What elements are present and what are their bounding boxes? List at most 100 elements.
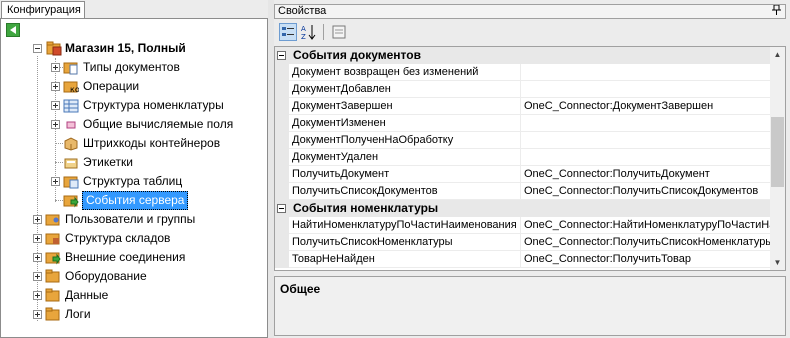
category-document-events[interactable]: События документов	[275, 47, 771, 64]
property-grid: События документов Документ возвращен бе…	[274, 46, 786, 271]
tree-item-label: Структура таблиц	[83, 174, 183, 188]
tree-item-label: Оборудование	[65, 269, 147, 283]
property-name: ТоварНеНайден	[292, 253, 375, 265]
property-row[interactable]: Документ возвращен без изменений	[275, 64, 771, 81]
configuration-panel: Конфигурация Магазин 15, Полный Типы док…	[0, 0, 268, 338]
property-value[interactable]: OneC_Connector:НайтиНоменклатуруПоЧастиН…	[524, 217, 771, 233]
categorized-icon[interactable]	[279, 23, 297, 41]
category-name: События документов	[293, 48, 421, 62]
tab-bar: Конфигурация	[0, 0, 268, 19]
property-name: ПолучитьСписокДокументов	[292, 185, 438, 197]
collapse-category-toggle[interactable]	[277, 51, 286, 60]
users-groups-icon	[45, 212, 61, 227]
tree-item-label: Структура складов	[65, 231, 171, 245]
property-row[interactable]: ДокументИзменен	[275, 115, 771, 132]
scroll-up-icon[interactable]: ▲	[770, 47, 785, 62]
pin-icon[interactable]	[772, 4, 781, 19]
tree-item-label: Пользователи и группы	[65, 212, 196, 226]
properties-title: Свойства	[278, 5, 327, 17]
store-folder-icon	[46, 41, 62, 56]
property-row[interactable]: ТоварНеНайден OneC_Connector:ПолучитьТов…	[275, 251, 771, 268]
tree-item-label: Этикетки	[83, 155, 133, 169]
property-name: ДокументИзменен	[292, 117, 386, 129]
property-name: ДокументПолученНаОбработку	[292, 134, 454, 146]
tree-item-label: Логи	[65, 307, 91, 321]
tree-item-label: Общие вычисляемые поля	[83, 117, 234, 131]
property-name: Документ возвращен без изменений	[292, 66, 479, 78]
property-row[interactable]: ПолучитьСписокНоменклатуры OneC_Connecto…	[275, 234, 771, 251]
expand-toggle[interactable]	[51, 177, 60, 186]
property-value[interactable]: OneC_Connector:ПолучитьСписокДокументов	[524, 183, 771, 199]
scroll-down-icon[interactable]: ▼	[770, 255, 785, 270]
property-name: ДокументУдален	[292, 151, 379, 163]
vertical-scrollbar[interactable]: ▲ ▼	[770, 47, 785, 270]
property-name: ПолучитьСписокНоменклатуры	[292, 236, 453, 248]
category-name: События номенклатуры	[293, 201, 439, 215]
property-row[interactable]: ДокументДобавлен	[275, 81, 771, 98]
collapse-root-toggle[interactable]	[33, 44, 42, 53]
property-name: ДокументЗавершен	[292, 100, 393, 112]
tree-item-label: Данные	[65, 288, 109, 302]
expand-toggle[interactable]	[33, 234, 42, 243]
property-pages-icon[interactable]	[330, 23, 348, 41]
properties-panel: Свойства AZ События документов Документ …	[274, 0, 790, 338]
svg-text:Z: Z	[301, 33, 306, 41]
equipment-icon	[45, 269, 61, 284]
property-value[interactable]: OneC_Connector:ПолучитьСписокНоменклатур…	[524, 234, 771, 250]
property-value[interactable]: OneC_Connector:ПолучитьТовар	[524, 251, 771, 267]
computed-fields-icon	[63, 117, 79, 132]
tree-item-label: Внешние соединения	[65, 250, 186, 264]
property-name: ДокументДобавлен	[292, 83, 391, 95]
property-value[interactable]: OneC_Connector:ПолучитьДокумент	[524, 166, 771, 182]
property-value[interactable]: OneC_Connector:ДокументЗавершен	[524, 98, 771, 114]
labels-icon	[63, 155, 79, 170]
scroll-thumb[interactable]	[771, 117, 784, 187]
expand-toggle[interactable]	[33, 253, 42, 262]
expand-toggle[interactable]	[51, 63, 60, 72]
property-row[interactable]: ПолучитьСписокДокументов OneC_Connector:…	[275, 183, 771, 200]
property-row[interactable]: ПолучитьДокумент OneC_Connector:Получить…	[275, 166, 771, 183]
expand-toggle[interactable]	[51, 82, 60, 91]
barcode-box-icon	[63, 136, 79, 151]
warehouses-icon	[45, 231, 61, 246]
tree-item-label: Штрихкоды контейнеров	[83, 136, 221, 150]
property-row[interactable]: ДокументУдален	[275, 149, 771, 166]
expand-toggle[interactable]	[33, 291, 42, 300]
tree-item-label-selected: События сервера	[82, 191, 189, 210]
collapse-category-toggle[interactable]	[277, 204, 286, 213]
property-row[interactable]: ДокументЗавершен OneC_Connector:Документ…	[275, 98, 771, 115]
category-nomenclature-events[interactable]: События номенклатуры	[275, 200, 771, 217]
sort-az-icon[interactable]: AZ	[300, 23, 318, 41]
data-icon	[45, 288, 61, 303]
server-events-icon	[63, 193, 79, 208]
tables-folder-icon	[63, 174, 79, 189]
property-row[interactable]: ДокументПолученНаОбработку	[275, 132, 771, 149]
property-row[interactable]: НайтиНоменклатуруПоЧастиНаименования One…	[275, 217, 771, 234]
collapse-panel-button[interactable]	[6, 23, 20, 37]
expand-toggle[interactable]	[51, 120, 60, 129]
tree-root-label: Магазин 15, Полный	[65, 41, 186, 55]
expand-toggle[interactable]	[51, 101, 60, 110]
tab-configuration[interactable]: Конфигурация	[1, 1, 85, 19]
toolbar-separator	[323, 24, 324, 40]
property-name: ПолучитьДокумент	[292, 168, 390, 180]
svg-text:ко: ко	[70, 85, 79, 94]
document-types-icon	[63, 60, 79, 75]
description-pane: Общее	[274, 276, 786, 336]
tree-item-label: Операции	[83, 79, 140, 93]
properties-toolbar: AZ	[274, 20, 786, 44]
tree-item-label: Структура номенклатуры	[83, 98, 224, 112]
expand-toggle[interactable]	[33, 310, 42, 319]
table-structure-icon	[63, 98, 79, 113]
svg-text:A: A	[301, 25, 306, 33]
description-title: Общее	[280, 282, 321, 296]
property-name: НайтиНоменклатуруПоЧастиНаименования	[292, 219, 517, 231]
operations-icon: ко	[63, 79, 80, 94]
expand-toggle[interactable]	[33, 272, 42, 281]
configuration-tree: Магазин 15, Полный Типы документов ко Оп…	[0, 18, 268, 338]
logs-icon	[45, 307, 61, 322]
expand-toggle[interactable]	[33, 215, 42, 224]
tree-item-label: Типы документов	[83, 60, 180, 74]
properties-title-bar: Свойства	[274, 4, 786, 19]
external-connections-icon	[45, 250, 61, 265]
